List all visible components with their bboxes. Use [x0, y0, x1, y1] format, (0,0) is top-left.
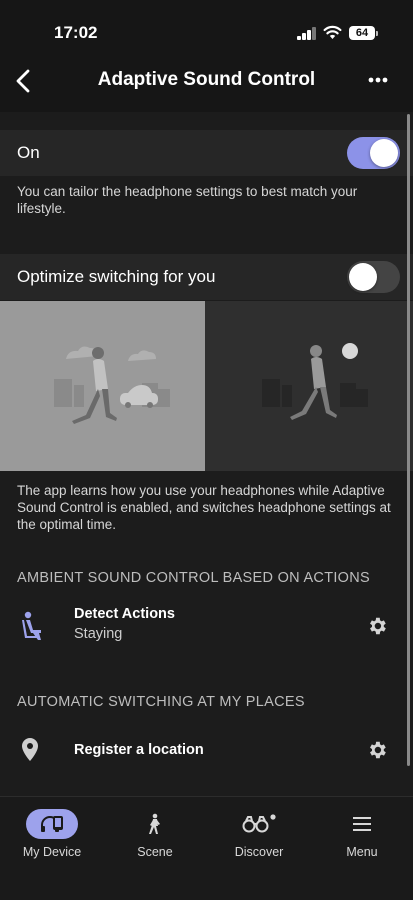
ambient-section-title: AMBIENT SOUND CONTROL BASED ON ACTIONS: [17, 570, 371, 586]
detect-actions-row[interactable]: Detect Actions Staying: [0, 602, 413, 652]
register-location-title: Register a location: [74, 742, 204, 758]
detect-actions-status: Staying: [74, 626, 123, 642]
status-time: 17:02: [54, 23, 98, 42]
tab-bar: My Device Scene Discover Menu: [0, 796, 413, 900]
tab-label: Menu: [346, 845, 378, 859]
detect-actions-title: Detect Actions: [74, 606, 175, 622]
optimize-switching-row[interactable]: Optimize switching for you: [0, 254, 413, 300]
optimize-switching-toggle[interactable]: [347, 261, 400, 293]
adaptive-sound-toggle[interactable]: [347, 137, 400, 169]
header: Adaptive Sound Control: [0, 60, 413, 104]
places-section-title: AUTOMATIC SWITCHING AT MY PLACES: [17, 694, 305, 710]
battery-tip: [376, 31, 378, 36]
settings-content[interactable]: On You can tailor the headphone settings…: [0, 112, 413, 796]
register-location-row[interactable]: Register a location: [0, 728, 413, 778]
headphones-device-icon: [26, 809, 78, 839]
hamburger-menu-icon: [353, 817, 371, 831]
tab-scene[interactable]: Scene: [110, 809, 200, 859]
adaptive-sound-label: On: [17, 143, 40, 162]
more-horizontal-icon[interactable]: [365, 70, 391, 90]
tab-label: Discover: [234, 845, 284, 859]
tab-label: Scene: [137, 845, 173, 859]
tab-my-device[interactable]: My Device: [7, 809, 97, 859]
gear-icon[interactable]: [366, 739, 388, 761]
battery-indicator: 64: [349, 26, 375, 40]
binoculars-icon: [242, 814, 276, 833]
adaptive-sound-toggle-row[interactable]: On: [0, 130, 413, 176]
location-pin-icon: [22, 738, 38, 761]
sitting-person-icon: [22, 611, 41, 640]
tab-menu[interactable]: Menu: [317, 809, 407, 859]
tab-label: My Device: [22, 845, 82, 859]
page-title: Adaptive Sound Control: [97, 69, 316, 90]
switching-illustration: [0, 301, 413, 471]
wifi-icon: [323, 25, 342, 39]
optimize-switching-label: Optimize switching for you: [17, 267, 216, 286]
cellular-signal-icon: [297, 27, 317, 40]
status-bar: 17:02 64: [0, 0, 413, 60]
walking-person-icon: [149, 813, 160, 834]
optimize-description: The app learns how you use your headphon…: [17, 483, 391, 532]
scrollbar[interactable]: [407, 114, 410, 766]
tab-discover[interactable]: Discover: [214, 809, 304, 859]
adaptive-description: You can tailor the headphone settings to…: [17, 184, 358, 216]
gear-icon[interactable]: [366, 615, 388, 637]
